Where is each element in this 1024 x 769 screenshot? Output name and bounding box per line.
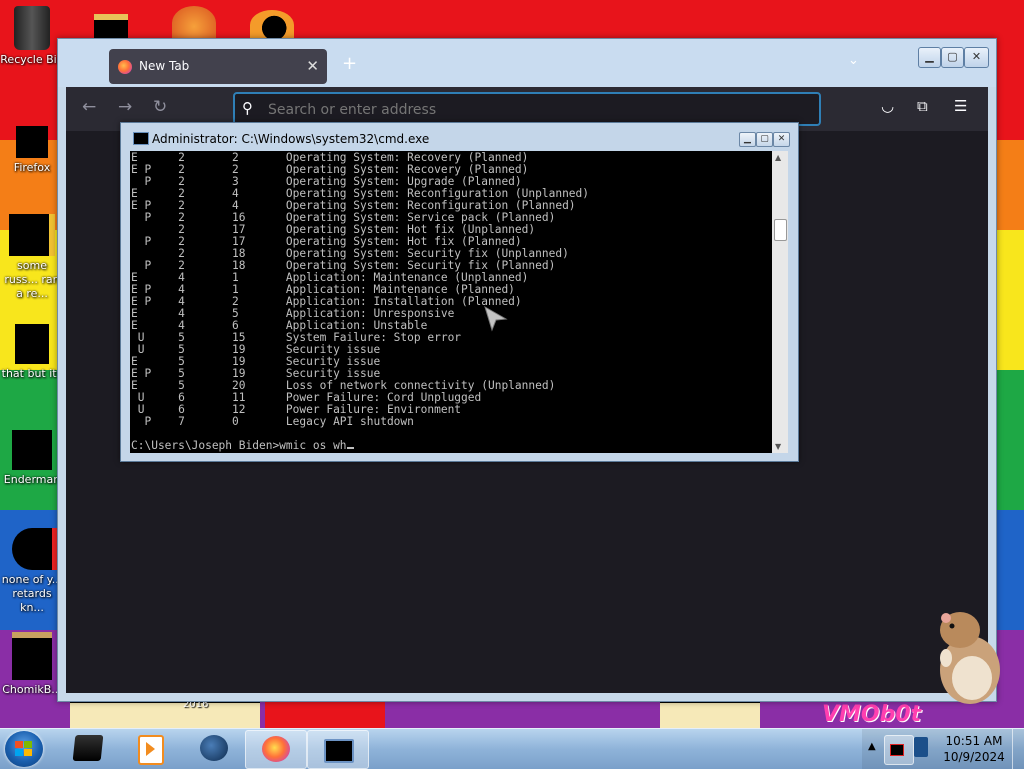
search-icon: ⚲: [242, 99, 253, 117]
mouse-cursor-icon: [484, 306, 508, 332]
clock-date: 10/9/2024: [943, 750, 1005, 764]
taskbar-item-media-player[interactable]: [120, 730, 180, 767]
taskbar: ▲ 10:51 AM 10/9/2024: [0, 728, 1024, 769]
desktop-icon-label: some russ... ran a re...: [4, 259, 60, 300]
maximize-button[interactable]: ▢: [941, 47, 964, 68]
browser-icon: [12, 528, 52, 570]
desktop-icon-recycle-bin[interactable]: Recycle Bin: [0, 6, 64, 66]
desktop-icon-label: Enderman: [3, 473, 61, 486]
desktop-icon-opera[interactable]: none of y... retards kn...: [0, 528, 64, 615]
desktop-icon-label: that but its: [1, 367, 63, 380]
search-input[interactable]: [266, 99, 810, 121]
cmd-window: Administrator: C:\Windows\system32\cmd.e…: [120, 122, 799, 462]
folder-icon: [15, 324, 49, 364]
console-scrollbar[interactable]: ▲ ▼: [772, 151, 788, 453]
scroll-down-icon[interactable]: ▼: [775, 442, 781, 451]
network-icon[interactable]: [914, 737, 928, 757]
taskbar-item-cmd[interactable]: [307, 730, 369, 769]
tab-title: New Tab: [139, 59, 190, 73]
console-output[interactable]: E 2 2 Operating System: Recovery (Planne…: [130, 151, 772, 453]
desktop-icon-enderman[interactable]: Enderman: [0, 430, 64, 486]
taskbar-item-firefox[interactable]: [245, 730, 307, 769]
desktop-icon-label: Firefox: [13, 161, 51, 174]
taskbar-item-explorer[interactable]: [58, 730, 118, 767]
hamster-sticker: [940, 612, 1000, 704]
desktop-icon-chomik[interactable]: ChomikB...: [0, 632, 64, 696]
cmd-icon: [324, 739, 354, 763]
document-icon: [9, 214, 55, 256]
reload-button[interactable]: ↻: [153, 97, 167, 117]
clock[interactable]: 10:51 AM 10/9/2024: [938, 733, 1010, 765]
wallpaper-cartoon-right: [660, 700, 760, 728]
firefox-icon: [16, 126, 48, 158]
text-cursor: [346, 447, 354, 449]
desktop-icon-label: Recycle Bin: [0, 53, 64, 66]
program-icon: [12, 430, 52, 470]
wallpaper-signature-text: VMOb0t: [822, 702, 922, 727]
desktop-icon-folder[interactable]: that but its: [0, 324, 64, 380]
back-button[interactable]: ←: [82, 97, 96, 117]
scroll-up-icon[interactable]: ▲: [775, 153, 781, 162]
cmd-minimize-button[interactable]: ▁: [739, 132, 756, 147]
cmd-icon: [133, 132, 149, 145]
desktop-icon-label: ChomikB...: [2, 683, 62, 696]
program-icon: [12, 632, 52, 680]
tab-close-icon[interactable]: ✕: [306, 57, 319, 75]
cmd-window-title: Administrator: C:\Windows\system32\cmd.e…: [152, 132, 430, 146]
pocket-icon[interactable]: ◡: [881, 97, 894, 115]
windows-flag-icon: [15, 741, 32, 756]
taskbar-item-globe[interactable]: [184, 730, 244, 767]
cmd-title-bar[interactable]: Administrator: C:\Windows\system32\cmd.e…: [121, 123, 798, 151]
scrollbar-thumb[interactable]: [774, 219, 787, 241]
dropdown-icon[interactable]: ⌄: [848, 53, 859, 68]
forward-button[interactable]: →: [118, 97, 132, 117]
desktop-icon-document[interactable]: some russ... ran a re...: [0, 214, 64, 301]
desktop-icon-firefox[interactable]: Firefox: [0, 126, 64, 174]
show-hidden-icons-icon[interactable]: ▲: [868, 741, 876, 752]
firefox-icon: [262, 736, 290, 762]
close-button[interactable]: ✕: [964, 47, 989, 68]
desktop-icon-label: none of y... retards kn...: [1, 573, 63, 614]
address-bar[interactable]: ⚲: [233, 92, 821, 126]
clock-time: 10:51 AM: [945, 734, 1003, 748]
cmd-close-button[interactable]: ✕: [773, 132, 790, 147]
wallpaper-cartoon-left: [70, 700, 260, 728]
desktop-icon-partial-2[interactable]: [172, 6, 216, 40]
globe-icon: [200, 735, 228, 761]
firefox-favicon-icon: [118, 60, 132, 74]
new-tab-button[interactable]: +: [342, 53, 357, 74]
show-desktop-button[interactable]: [1012, 729, 1024, 769]
cmd-maximize-button[interactable]: ▢: [756, 132, 773, 147]
wallpaper-cartoon-mid: [265, 700, 385, 728]
desktop-icon-partial-3[interactable]: [250, 10, 294, 40]
folder-icon: [72, 735, 104, 761]
media-player-icon: [138, 735, 164, 765]
tab-new-tab[interactable]: New Tab ✕: [109, 49, 327, 84]
menu-icon[interactable]: ☰: [954, 97, 967, 115]
firefox-title-bar[interactable]: New Tab ✕ + ⌄ ▁ ▢ ✕: [58, 39, 996, 87]
tray-app-icon[interactable]: [884, 735, 914, 765]
start-button[interactable]: [5, 731, 43, 767]
recycle-bin-icon: [14, 6, 50, 50]
extensions-icon[interactable]: ⧉: [917, 97, 928, 115]
console-text: E 2 2 Operating System: Recovery (Planne…: [131, 151, 590, 452]
minimize-button[interactable]: ▁: [918, 47, 941, 68]
